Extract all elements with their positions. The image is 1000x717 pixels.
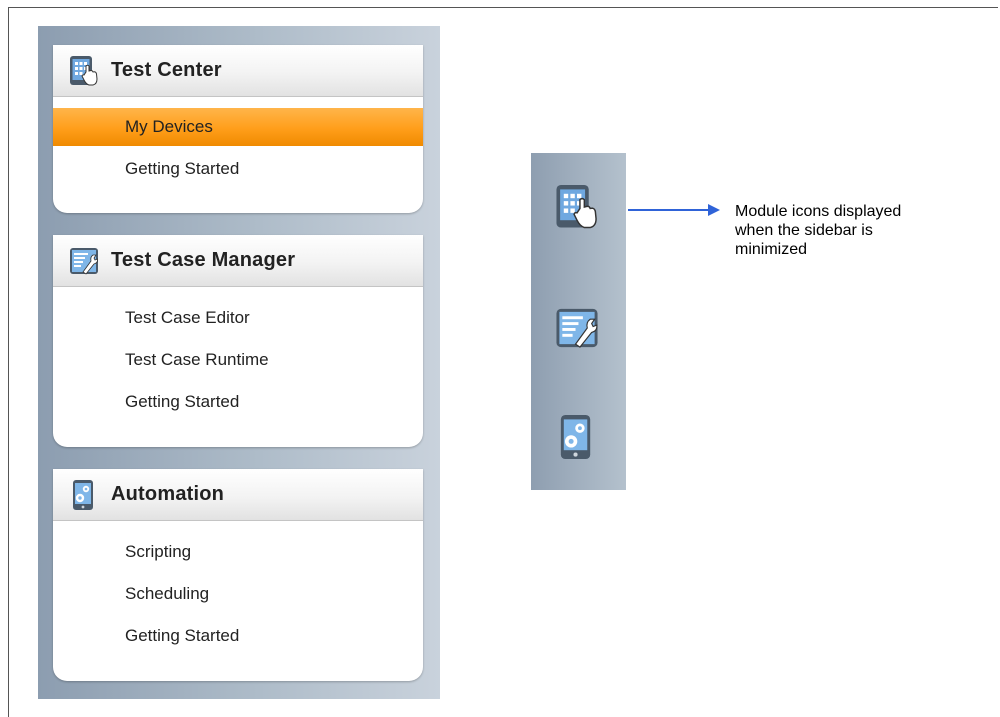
nav-item-scheduling[interactable]: Scheduling: [53, 575, 423, 613]
document-tools-icon: [69, 245, 99, 277]
callout-arrow-head: [708, 204, 720, 216]
module-title: Test Case Manager: [111, 249, 296, 271]
document-tools-icon[interactable]: [555, 304, 599, 352]
mobile-gear-icon: [69, 479, 99, 511]
nav-item-getting-started[interactable]: Getting Started: [53, 383, 423, 421]
sidebar-minimized: [531, 153, 626, 490]
module-title: Test Center: [111, 59, 222, 81]
nav-item-test-case-runtime[interactable]: Test Case Runtime: [53, 341, 423, 379]
tablet-touch-icon[interactable]: [555, 183, 599, 231]
sidebar-expanded: Test Center My Devices Getting Started T…: [38, 26, 440, 699]
nav-item-getting-started[interactable]: Getting Started: [53, 617, 423, 655]
module-header-test-center[interactable]: Test Center: [53, 45, 423, 97]
module-test-center: Test Center My Devices Getting Started: [53, 45, 423, 213]
nav-item-scripting[interactable]: Scripting: [53, 533, 423, 571]
nav-item-test-case-editor[interactable]: Test Case Editor: [53, 299, 423, 337]
mobile-gear-icon[interactable]: [555, 413, 599, 461]
module-test-case-manager: Test Case Manager Test Case Editor Test …: [53, 235, 423, 447]
module-header-test-case-manager[interactable]: Test Case Manager: [53, 235, 423, 287]
module-title: Automation: [111, 483, 225, 505]
callout-arrow-line: [628, 209, 708, 211]
tablet-touch-icon: [69, 55, 99, 87]
nav-item-getting-started[interactable]: Getting Started: [53, 150, 423, 188]
callout-text: Module icons displayed when the sidebar …: [735, 203, 902, 258]
nav-item-my-devices[interactable]: My Devices: [53, 108, 423, 146]
module-header-automation[interactable]: Automation: [53, 469, 423, 521]
module-automation: Automation Scripting Scheduling Getting …: [53, 469, 423, 681]
